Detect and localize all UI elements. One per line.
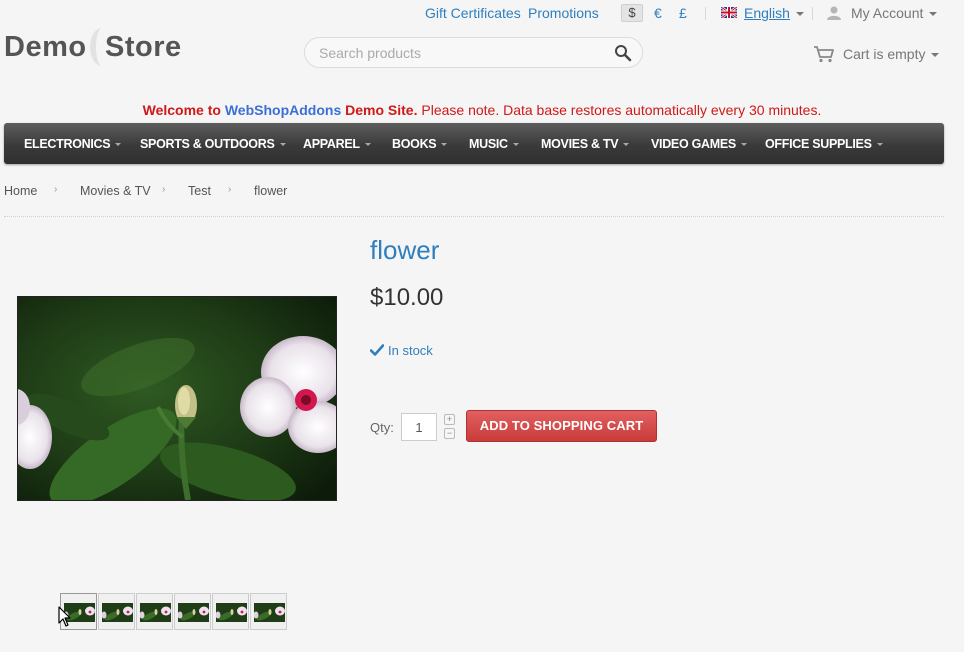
nav-label: SPORTS & OUTDOORS	[140, 137, 275, 151]
divider	[812, 7, 813, 20]
chevron-down-icon	[279, 143, 286, 147]
product-title: flower	[370, 235, 440, 265]
search-icon[interactable]	[614, 44, 632, 62]
search-box	[304, 37, 643, 68]
nav-label: OFFICE SUPPLIES	[765, 137, 872, 151]
divider	[705, 7, 706, 20]
product-main-image[interactable]	[17, 296, 337, 501]
product-price: $10.00	[370, 284, 444, 311]
nav-label: ELECTRONICS	[24, 137, 111, 151]
logo-text-demo: Demo	[4, 31, 87, 63]
chevron-down-icon	[115, 143, 122, 147]
flower-photo	[18, 297, 336, 500]
product-thumbnail[interactable]	[136, 593, 173, 630]
breadcrumb-separator-icon: ›	[54, 184, 58, 195]
nav-label: APPAREL	[303, 137, 360, 151]
qty-decrease-button[interactable]: −	[444, 428, 455, 439]
mouse-cursor-icon	[58, 606, 71, 627]
product-thumbnail[interactable]	[250, 593, 287, 630]
thumbnail-image	[140, 603, 171, 622]
nav-office-supplies[interactable]: OFFICE SUPPLIES	[765, 123, 883, 164]
breadcrumb-movies-tv[interactable]: Movies & TV	[80, 184, 151, 198]
nav-label: MUSIC	[469, 137, 508, 151]
chevron-down-icon	[441, 143, 448, 147]
thumbnail-image	[102, 603, 133, 622]
breadcrumb-current: flower	[254, 184, 288, 198]
nav-apparel[interactable]: APPAREL	[303, 123, 371, 164]
qty-input[interactable]	[401, 413, 437, 441]
currency-gbp[interactable]: £	[679, 4, 687, 22]
thumbnail-image	[178, 603, 209, 622]
checkmark-icon	[370, 344, 384, 356]
chevron-down-icon	[512, 143, 519, 147]
nav-video-games[interactable]: VIDEO GAMES	[651, 123, 747, 164]
welcome-note: Please note. Data base restores automati…	[421, 102, 822, 118]
user-icon	[827, 6, 841, 20]
currency-usd-selected[interactable]: $	[621, 4, 643, 22]
language-selector[interactable]: English	[744, 4, 804, 22]
chevron-down-icon	[931, 53, 940, 58]
breadcrumb-test[interactable]: Test	[188, 184, 211, 198]
welcome-part1: Welcome to	[142, 102, 221, 118]
cart-icon	[814, 46, 834, 63]
breadcrumb-home[interactable]: Home	[4, 184, 37, 198]
logo-text-store: Store	[105, 31, 182, 63]
breadcrumb-separator-icon: ›	[228, 184, 232, 195]
search-input[interactable]	[319, 38, 599, 67]
thumbnail-image	[216, 603, 247, 622]
main-navigation: ELECTRONICS SPORTS & OUTDOORS APPAREL BO…	[4, 123, 944, 164]
qty-label: Qty:	[370, 420, 394, 435]
chevron-down-icon	[795, 12, 804, 17]
cart-status: Cart is empty	[843, 46, 926, 62]
qty-increase-button[interactable]: +	[444, 414, 455, 425]
add-to-cart-button[interactable]: ADD TO SHOPPING CART	[466, 410, 657, 442]
nav-label: VIDEO GAMES	[651, 137, 736, 151]
nav-label: MOVIES & TV	[541, 137, 619, 151]
nav-label: BOOKS	[392, 137, 437, 151]
thumbnail-image	[254, 603, 285, 622]
stock-text: In stock	[388, 343, 433, 358]
top-links-bar: Gift Certificates Promotions $ € £ Engli…	[0, 4, 964, 22]
chevron-down-icon	[876, 143, 883, 147]
divider	[4, 216, 944, 217]
nav-sports-outdoors[interactable]: SPORTS & OUTDOORS	[140, 123, 286, 164]
welcome-brand: WebShopAddons	[224, 102, 342, 118]
language-label: English	[744, 5, 790, 21]
nav-movies-tv[interactable]: MOVIES & TV	[541, 123, 630, 164]
chevron-down-icon	[740, 143, 747, 147]
nav-music[interactable]: MUSIC	[469, 123, 519, 164]
my-account-label: My Account	[851, 5, 924, 21]
chevron-down-icon	[623, 143, 630, 147]
promotions-link[interactable]: Promotions	[528, 4, 599, 22]
my-account-menu[interactable]: My Account	[851, 4, 938, 22]
breadcrumb-separator-icon: ›	[162, 184, 166, 195]
chevron-down-icon	[929, 12, 938, 17]
welcome-banner: Welcome to WebShopAddons Demo Site. Plea…	[0, 101, 964, 119]
nav-electronics[interactable]: ELECTRONICS	[24, 123, 122, 164]
product-thumbnail[interactable]	[98, 593, 135, 630]
product-thumbnail[interactable]	[212, 593, 249, 630]
nav-books[interactable]: BOOKS	[392, 123, 448, 164]
gift-certificates-link[interactable]: Gift Certificates	[425, 4, 521, 22]
uk-flag-icon	[721, 7, 737, 18]
product-thumbnail[interactable]	[174, 593, 211, 630]
chevron-down-icon	[364, 143, 371, 147]
currency-eur[interactable]: €	[654, 4, 662, 22]
welcome-part2: Demo Site.	[345, 102, 418, 118]
